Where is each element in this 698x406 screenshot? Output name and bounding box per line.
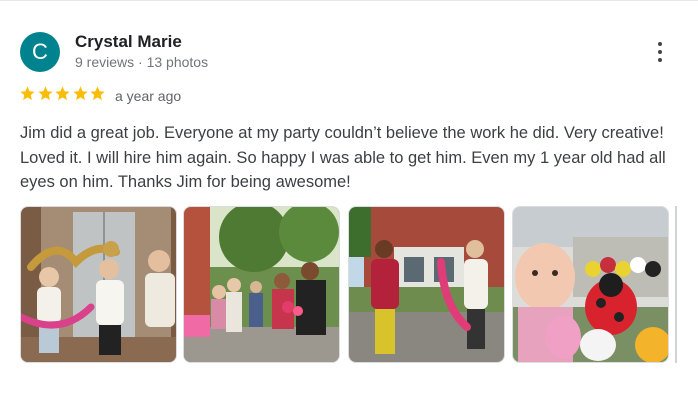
photo-girls-balloon-hats[interactable] xyxy=(20,206,177,363)
more-vert-icon[interactable] xyxy=(650,40,670,64)
star-rating xyxy=(19,85,107,102)
star-icon xyxy=(90,86,105,101)
star-icon xyxy=(72,86,88,101)
top-divider xyxy=(0,0,698,1)
photo-balloon-artist-at-house[interactable] xyxy=(348,206,505,363)
reviewer-avatar[interactable]: C xyxy=(20,32,60,72)
reviewer-meta: 9 reviews · 13 photos xyxy=(75,54,209,70)
avatar-initial: C xyxy=(32,39,48,64)
reviewer-name[interactable]: Crystal Marie xyxy=(75,32,182,52)
review-time: a year ago xyxy=(115,88,182,104)
photo-party-backyard-crowd[interactable] xyxy=(183,206,340,363)
photo-next-partial[interactable] xyxy=(675,206,698,363)
review-text: Jim did a great job. Everyone at my part… xyxy=(20,124,666,191)
photo-baby-ladybug-balloon[interactable] xyxy=(512,206,669,363)
star-icon xyxy=(55,86,70,101)
star-icon xyxy=(37,86,53,101)
star-icon xyxy=(20,86,35,101)
